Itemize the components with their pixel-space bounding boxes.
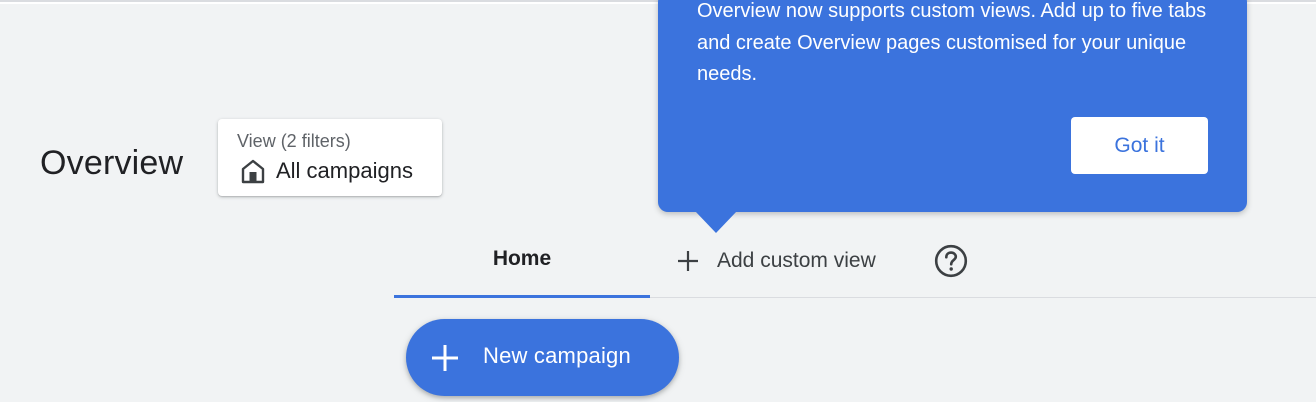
view-filters-label: View (2 filters) [237,131,351,151]
view-selector[interactable]: View (2 filters) All campaigns [218,119,442,196]
tab-home-label: Home [492,246,552,270]
feature-tooltip: Overview now supports custom views. Add … [658,0,1247,212]
tooltip-message: Overview now supports custom views. Add … [697,0,1207,85]
add-custom-view-label: Add custom view [717,249,876,272]
help-circle-icon[interactable] [934,244,968,278]
new-campaign-label: New campaign [483,343,631,368]
tab-home[interactable]: Home [394,222,650,298]
plus-icon [678,251,698,271]
new-campaign-button[interactable]: New campaign [406,319,679,396]
selected-view-label: All campaigns [276,158,413,183]
add-custom-view-button[interactable]: Add custom view [676,244,876,278]
home-icon [241,159,265,184]
overview-tabs: Home Add custom view [394,222,1316,298]
tooltip-pointer [695,211,737,233]
page-title: Overview [40,144,184,182]
plus-icon [432,345,458,371]
got-it-button[interactable]: Got it [1071,117,1208,174]
